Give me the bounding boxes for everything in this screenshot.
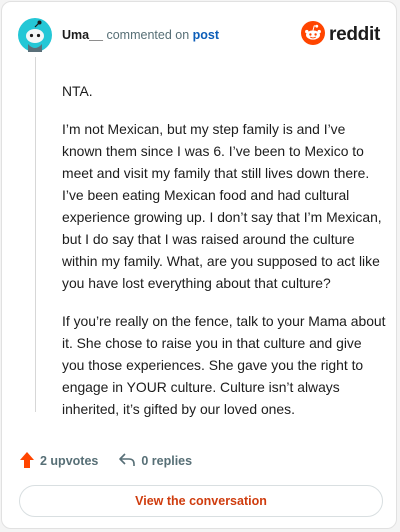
comment-body: NTA. I’m not Mexican, but my step family… — [62, 80, 386, 436]
comment-card: Uma__ commented on post reddit NTA. I’m … — [1, 1, 397, 529]
upvotes-count: 2 upvotes — [40, 454, 99, 468]
upvote-button[interactable]: 2 upvotes — [19, 451, 98, 472]
comment-meta: Uma__ commented on post — [62, 28, 219, 42]
snoo-avatar-icon[interactable] — [18, 18, 52, 52]
commented-on-text: commented on — [106, 28, 190, 42]
upvote-arrow-icon — [19, 451, 40, 472]
replies-count: 0 replies — [141, 454, 193, 468]
reply-button[interactable]: 0 replies — [118, 452, 192, 471]
reply-arrow-icon — [118, 452, 141, 471]
comment-paragraph: NTA. — [62, 83, 93, 99]
reddit-wordmark: reddit — [329, 24, 380, 45]
thread-line — [35, 57, 36, 412]
post-link[interactable]: post — [193, 28, 219, 42]
comment-header: Uma__ commented on post reddit — [18, 17, 380, 53]
comment-paragraph: If you’re really on the fence, talk to y… — [62, 313, 386, 417]
view-conversation-button[interactable]: View the conversation — [19, 485, 383, 517]
reddit-logo-icon — [301, 20, 326, 50]
comment-actions: 2 upvotes 0 replies — [19, 450, 212, 472]
username[interactable]: Uma__ — [62, 28, 103, 42]
comment-paragraph: I’m not Mexican, but my step family is a… — [62, 121, 382, 291]
reddit-brand[interactable]: reddit — [301, 20, 380, 50]
